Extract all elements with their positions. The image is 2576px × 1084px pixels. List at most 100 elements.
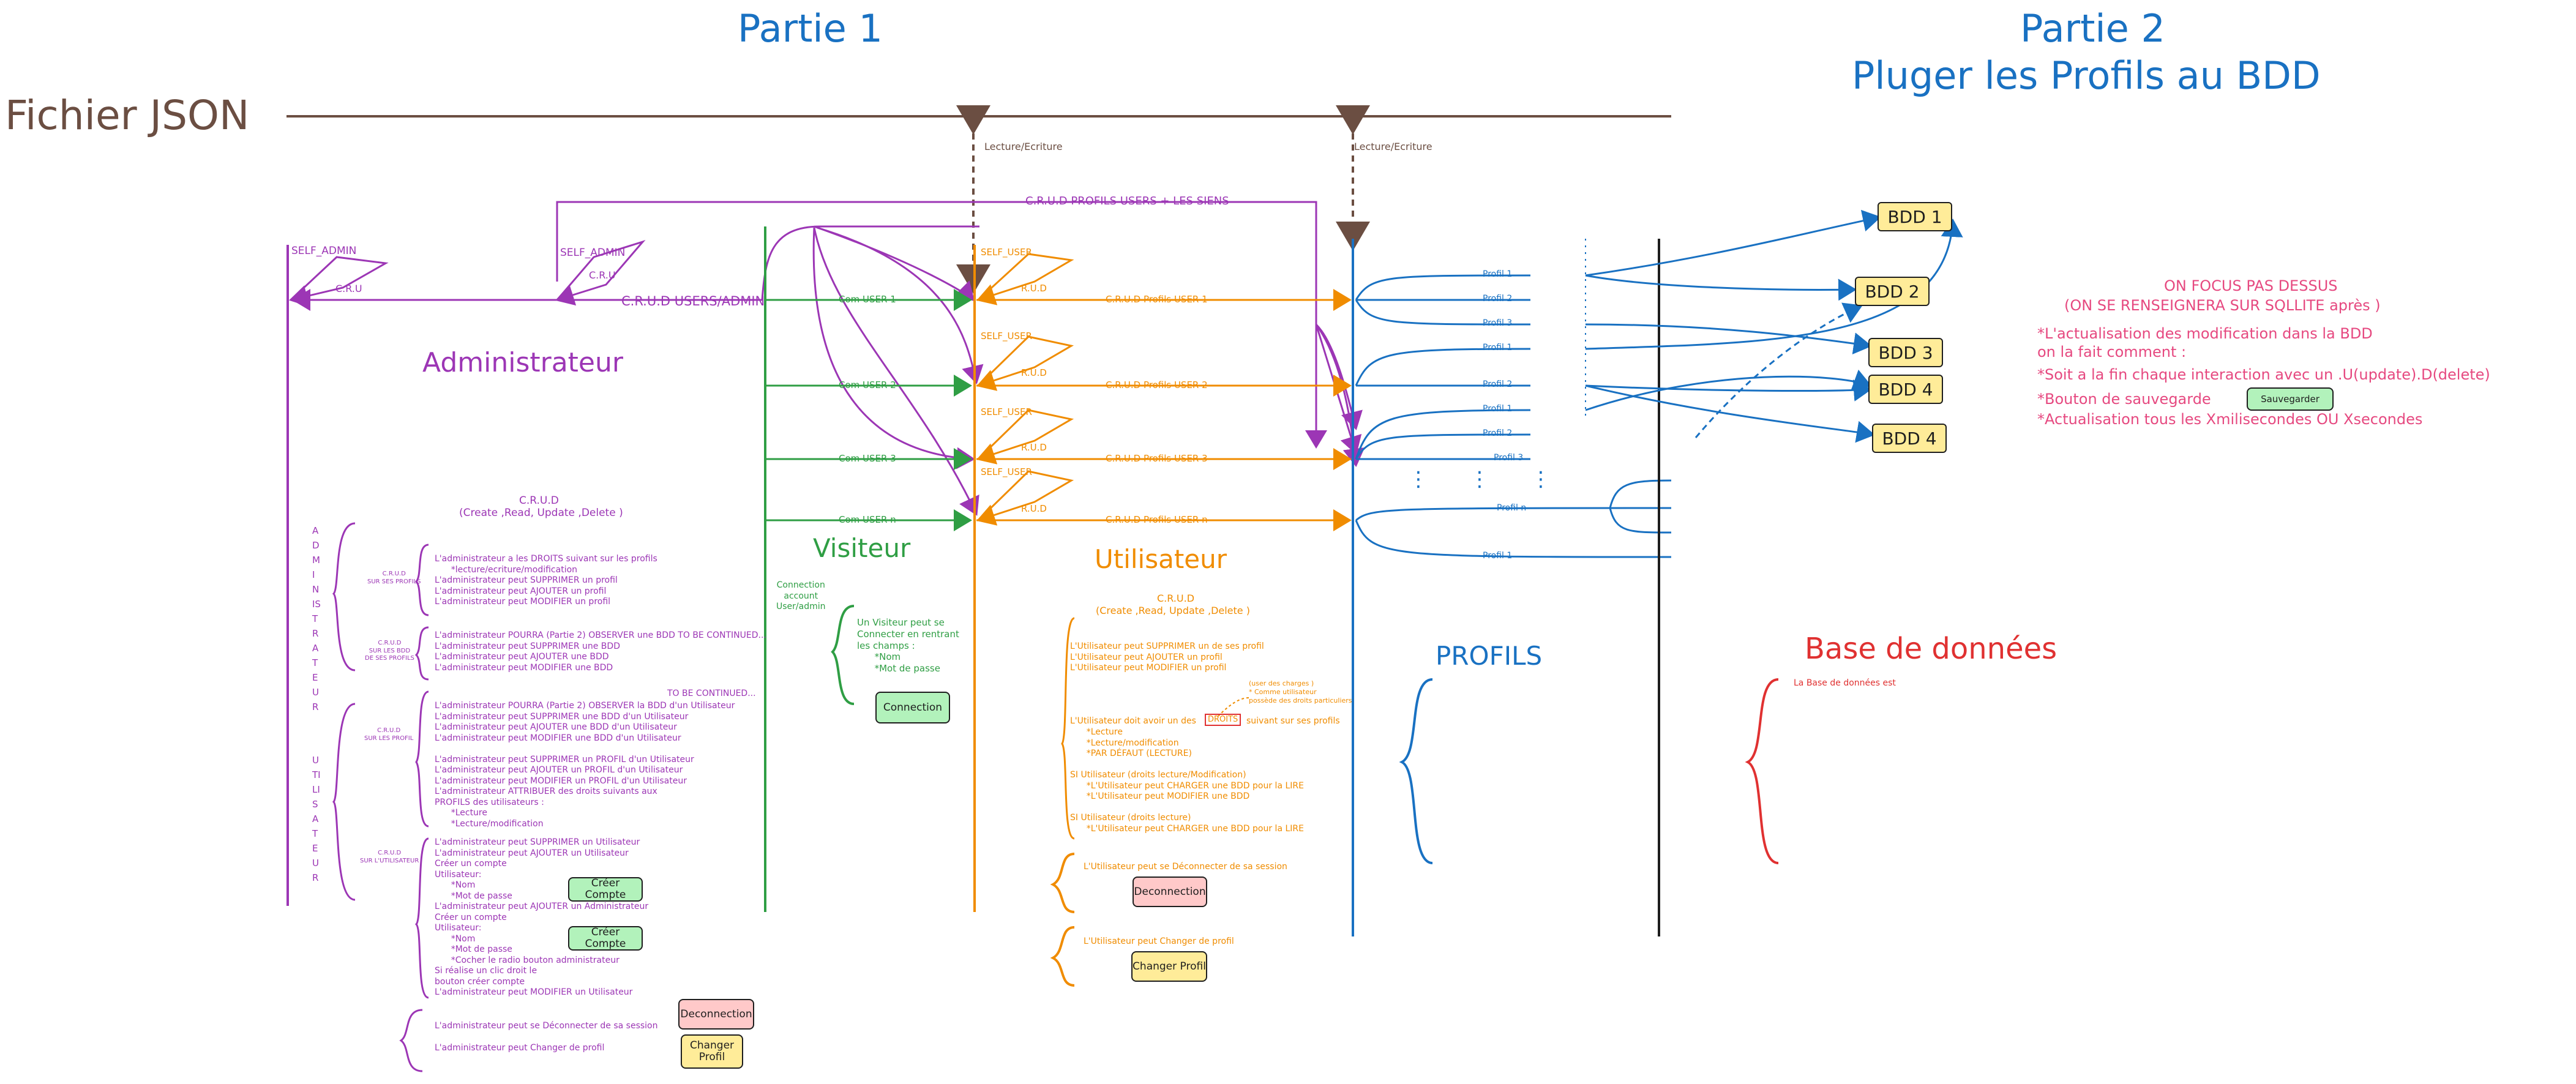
crud-profils-user-1-label: C.R.U.D Profils USER 1	[1106, 294, 1208, 305]
creer-compte-button-1[interactable]: Créer Compte	[568, 877, 643, 902]
visiteur-bracket	[831, 605, 855, 705]
rud-label-3: R.U.D	[1021, 442, 1047, 453]
bdd-1-box: BDD 1	[1878, 202, 1952, 231]
droits-badge: DROITS	[1205, 714, 1241, 727]
admin-bracket-top	[332, 522, 356, 671]
visiteur-title: Visiteur	[813, 533, 911, 563]
arrow-to-bdd-1	[1585, 209, 1881, 277]
diagram-canvas: Partie 1 Partie 2 Pluger les Profils au …	[0, 0, 2576, 1084]
utilisateur-deconnection-button[interactable]: Deconnection	[1133, 877, 1207, 907]
profil-label-n: Profil n	[1497, 503, 1527, 513]
profil-label-6: Profil 1	[1483, 404, 1513, 414]
focus-body-1: *L'actualisation des modification dans l…	[2037, 325, 2373, 361]
profil-label-10: Profil 1	[1483, 551, 1513, 561]
focus-body-3: *Bouton de sauvegarde	[2037, 391, 2211, 408]
rud-label-4: R.U.D	[1021, 503, 1047, 514]
administrateur-title: Administrateur	[422, 347, 623, 378]
self-user-label-2: SELF_USER	[981, 331, 1032, 342]
crud-profils-user-2-label: C.R.U.D Profils USER 2	[1106, 379, 1208, 391]
profil-label-8: Profil 3	[1494, 453, 1524, 463]
self-user-label-3: SELF_USER	[981, 406, 1032, 417]
vertical-utilisateur-label: UTILISATEUR	[312, 755, 321, 883]
purple-top-connector	[761, 225, 979, 301]
self-user-label-4: SELF_USER	[981, 466, 1032, 477]
admin-block-user-accounts: L'administrateur peut SUPPRIMER un Utili…	[435, 837, 649, 997]
profils-dots-1: ⋮	[1408, 467, 1429, 492]
purple-curve-6	[1315, 324, 1362, 455]
connection-account-label: Connection account User/admin	[776, 580, 826, 611]
crud-profils-user-3-label: C.R.U.D Profils USER 3	[1106, 453, 1208, 464]
bracket-grp-3	[415, 690, 429, 828]
utilisateur-droits-line-b: suivant sur ses profils	[1246, 716, 1340, 726]
profil-label-4: Profil 1	[1483, 343, 1513, 353]
user-bracket-top	[332, 703, 356, 901]
self-admin-label-1: SELF_ADMIN	[291, 245, 357, 257]
arrow-to-bdd-4a	[1585, 379, 1872, 402]
bracket-grp-5	[399, 1009, 423, 1072]
utilisateur-bracket-change	[1050, 926, 1075, 987]
profil-label-7: Profil 2	[1483, 428, 1513, 438]
focus-body-2: *Soit a la fin chaque interaction avec u…	[2037, 366, 2490, 383]
crud-profils-users-label: C.R.U.D PROFILS USERS + LES SIENS	[1025, 195, 1229, 207]
profil-label-5: Profil 2	[1483, 379, 1513, 389]
admin-deconnection-button[interactable]: Deconnection	[678, 999, 754, 1030]
lecture-ecriture-label-2: Lecture/Ecriture	[1354, 141, 1432, 152]
visiteur-description: Un Visiteur peut se Connecter en rentran…	[857, 617, 959, 674]
bdd-3-box: BDD 3	[1868, 338, 1943, 367]
focus-subtitle: (ON SE RENSEIGNERA SUR SQLLITE après )	[2064, 297, 2381, 314]
utilisateur-bracket-deco	[1050, 853, 1075, 913]
cru-label-2: C.R.U	[589, 269, 616, 281]
crud-profils-users-arrow	[556, 201, 1327, 449]
profils-dots-2: ⋮	[1469, 467, 1490, 492]
connection-button[interactable]: Connection	[875, 692, 950, 723]
focus-title: ON FOCUS PAS DESSUS	[2164, 277, 2338, 294]
grp-1-label: C.R.U.D SUR SES PROFILS	[367, 570, 421, 585]
base-de-donnees-title: Base de données	[1805, 632, 2057, 666]
utilisateur-crud-subtitle: (Create ,Read, Update ,Delete )	[1096, 605, 1250, 616]
admin-crud-title: C.R.U.D	[519, 495, 559, 507]
utilisateur-changer-profil-button[interactable]: Changer Profil	[1131, 951, 1207, 982]
diagram-lines	[286, 105, 1963, 1072]
profils-title: PROFILS	[1436, 641, 1543, 671]
utilisateur-block-profils: L'Utilisateur peut SUPPRIMER un de ses p…	[1070, 641, 1264, 673]
admin-change-text: L'administrateur peut Changer de profil	[435, 1043, 605, 1053]
utilisateur-deconnect-text: L'Utilisateur peut se Déconnecter de sa …	[1084, 862, 1287, 872]
grp-2-label: C.R.U.D SUR LES BDD DE SES PROFILS	[365, 640, 414, 662]
crud-users-admin-label: C.R.U.D USERS/ADMIN	[621, 294, 765, 308]
admin-changer-profil-button[interactable]: Changer Profil	[681, 1034, 743, 1069]
utilisateur-note: (user des charges ) * Comme utilisateur …	[1249, 679, 1352, 705]
com-user-n-label: Com USER n	[839, 514, 896, 525]
vertical-administrateur-label: ADMINISTRATEUR	[312, 525, 321, 712]
self-user-label-1: SELF_USER	[981, 247, 1032, 258]
creer-compte-button-2[interactable]: Créer Compte	[568, 926, 643, 951]
rud-label-2: R.U.D	[1021, 367, 1047, 378]
grp-4-label: C.R.U.D SUR L'UTILISATEUR	[360, 850, 419, 864]
dashed-arrow-to-bdd-2	[1694, 302, 1863, 438]
profil-n-branch-a	[1609, 479, 1672, 509]
arrow-to-bdd-5	[1585, 384, 1875, 443]
profil-label-1: Profil 1	[1483, 269, 1513, 279]
profil-n-branch-b	[1609, 507, 1672, 534]
focus-body-4: *Actualisation tous les Xmilisecondes OU…	[2037, 411, 2423, 428]
partie-1-heading: Partie 1	[738, 6, 883, 51]
admin-block-bdd: L'administrateur POURRA (Partie 2) OBSER…	[435, 630, 766, 673]
profils-dots-3: ⋮	[1530, 467, 1551, 492]
profile-branch-10	[1355, 520, 1672, 558]
admin-block-user-profils: L'administrateur POURRA (Partie 2) OBSER…	[435, 701, 735, 829]
admin-deconnect-text: L'administrateur peut se Déconnecter de …	[435, 1021, 658, 1031]
com-user-3-label: Com USER 3	[839, 453, 896, 464]
com-user-2-label: Com USER 2	[839, 379, 896, 391]
sauvegarder-button[interactable]: Sauvegarder	[2247, 387, 2334, 411]
self-admin-label-2: SELF_ADMIN	[560, 247, 626, 259]
profil-label-2: Profil 2	[1483, 294, 1513, 304]
utilisateur-crud-title: C.R.U.D	[1157, 592, 1195, 604]
bdd-4-box-second: BDD 4	[1872, 424, 1947, 453]
utilisateur-block-bdd: SI Utilisateur (droits lecture/Modificat…	[1070, 770, 1304, 834]
utilisateur-change-text: L'Utilisateur peut Changer de profil	[1084, 936, 1234, 946]
bdd-4-box: BDD 4	[1868, 375, 1943, 404]
arrow-to-bdd-4b	[1585, 369, 1872, 411]
admin-to-be-continued: TO BE CONTINUED...	[667, 689, 756, 698]
profils-bracket	[1399, 678, 1433, 864]
grp-3-label: C.R.U.D SUR LES PROFIL	[364, 727, 414, 742]
bracket-grp-2	[414, 626, 429, 681]
